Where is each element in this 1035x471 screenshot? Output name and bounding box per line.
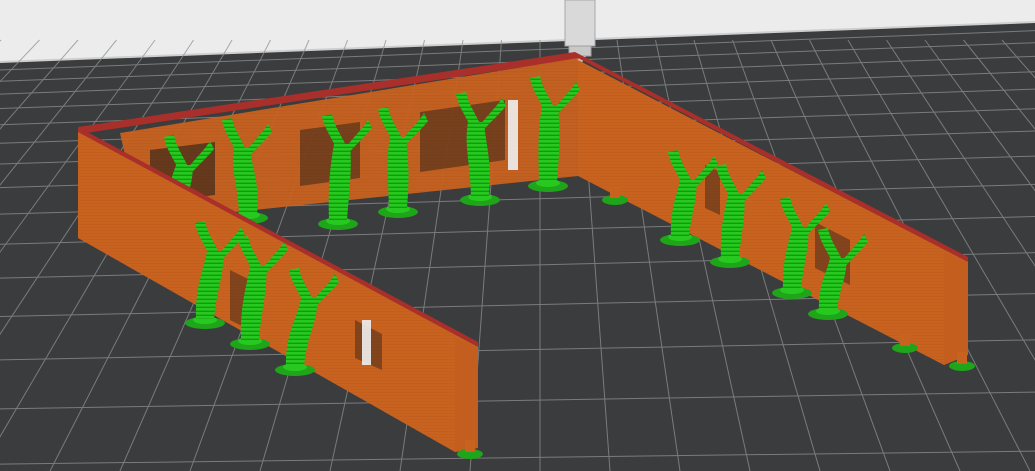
- scene-canvas[interactable]: [0, 0, 1035, 471]
- 3d-viewport[interactable]: [0, 0, 1035, 471]
